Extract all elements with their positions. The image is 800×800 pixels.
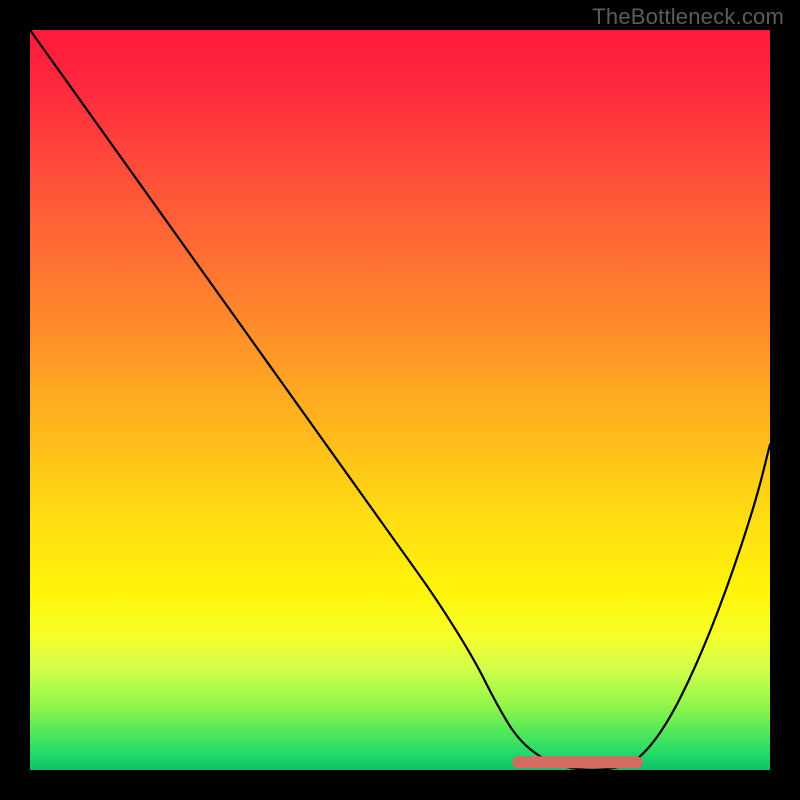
chart-frame: TheBottleneck.com bbox=[0, 0, 800, 800]
watermark-text: TheBottleneck.com bbox=[592, 4, 784, 30]
bottleneck-curve bbox=[30, 30, 770, 770]
plot-area bbox=[30, 30, 770, 770]
plot-svg bbox=[30, 30, 770, 770]
